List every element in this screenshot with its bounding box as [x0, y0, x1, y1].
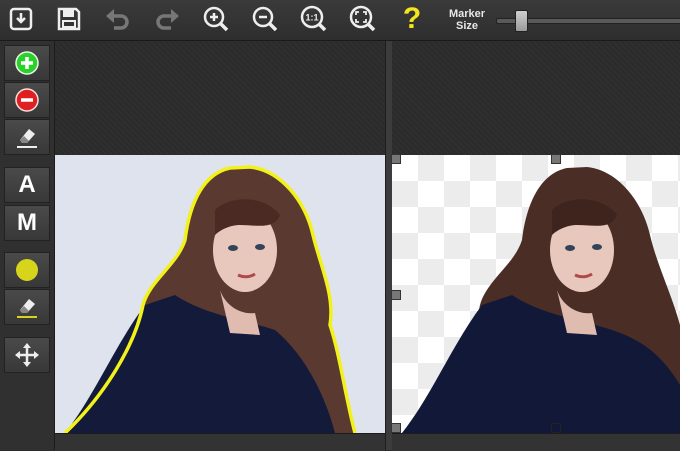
source-image[interactable] — [55, 155, 385, 433]
auto-mode-button[interactable]: A — [4, 167, 50, 203]
actual-size-label: 1:1 — [305, 13, 318, 23]
zoom-in-icon — [203, 6, 229, 32]
redo-button[interactable] — [152, 4, 182, 34]
tool-sidebar: A M — [0, 41, 55, 450]
marker-eraser-button[interactable] — [4, 289, 50, 325]
actual-size-button[interactable]: 1:1 — [299, 4, 329, 34]
help-label: ? — [402, 2, 422, 35]
zoom-out-icon — [252, 6, 278, 32]
move-button[interactable] — [4, 337, 50, 373]
fit-screen-icon — [349, 5, 376, 32]
fit-screen-button[interactable] — [348, 4, 378, 34]
undo-button[interactable] — [103, 4, 133, 34]
eraser-icon — [17, 299, 37, 318]
yellow-dot-icon — [16, 259, 38, 281]
source-photo-svg — [55, 155, 385, 433]
resize-handle-top-middle[interactable] — [551, 154, 561, 164]
resize-handle-bottom-left[interactable] — [391, 423, 401, 433]
marker-size-line2: Size — [455, 20, 478, 32]
auto-mode-label: A — [18, 171, 36, 198]
zoom-in-button[interactable] — [201, 4, 231, 34]
eraser-icon — [17, 129, 37, 148]
marker-color-button[interactable] — [4, 252, 50, 288]
minus-circle-icon — [15, 88, 39, 112]
floppy-disk-icon — [57, 7, 81, 31]
resize-handle-top-left[interactable] — [391, 154, 401, 164]
actual-size-icon: 1:1 — [300, 5, 327, 32]
result-image[interactable] — [392, 155, 680, 433]
marker-size-slider-thumb[interactable] — [515, 10, 529, 32]
zoom-out-button[interactable] — [250, 4, 280, 34]
result-bottom-bar — [392, 433, 680, 451]
marker-size-line1: Marker — [448, 8, 486, 20]
redo-icon — [156, 9, 179, 30]
open-button[interactable] — [6, 4, 36, 34]
eraser-button[interactable] — [4, 119, 50, 155]
manual-mode-button[interactable]: M — [4, 205, 50, 241]
download-icon — [9, 7, 33, 31]
manual-mode-label: M — [17, 209, 37, 236]
help-button[interactable]: ? — [397, 4, 427, 34]
remove-marker-button[interactable] — [4, 82, 50, 118]
save-button[interactable] — [54, 4, 84, 34]
add-marker-button[interactable] — [4, 45, 50, 81]
top-toolbar: 1:1 ? Marker Size — [0, 0, 680, 41]
marker-size-label: Marker Size — [444, 8, 490, 32]
plus-circle-icon — [15, 51, 39, 75]
resize-handle-middle-left[interactable] — [391, 290, 401, 300]
undo-icon — [106, 9, 129, 30]
result-photo-svg — [402, 167, 680, 433]
resize-handle-bottom-middle[interactable] — [551, 423, 561, 433]
source-bottom-bar — [55, 433, 385, 451]
move-arrows-icon — [15, 343, 39, 367]
